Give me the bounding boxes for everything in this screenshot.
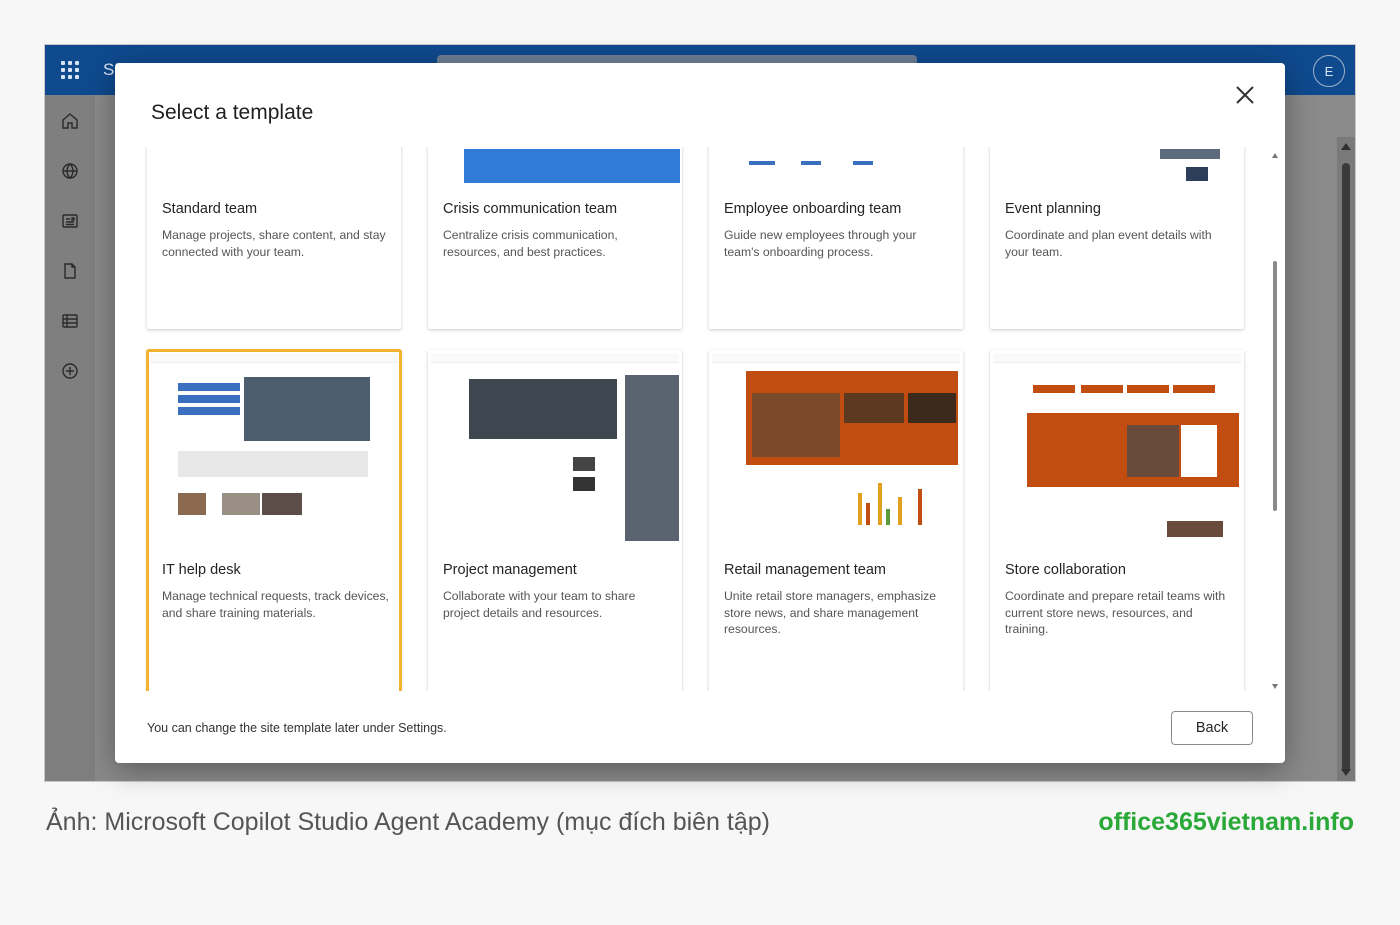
template-card-it-help-desk[interactable]: IT help desk Manage technical requests, … (146, 349, 402, 691)
preview-image (262, 493, 302, 515)
template-preview-element (1186, 167, 1208, 181)
template-preview-element (801, 161, 821, 165)
scroll-up-icon[interactable] (1272, 153, 1278, 158)
dialog-scrollbar[interactable] (1271, 151, 1281, 691)
avatar[interactable]: E (1313, 55, 1345, 87)
app-launcher-icon[interactable] (61, 61, 79, 79)
preview-card (1181, 425, 1217, 477)
preview-header (150, 353, 398, 363)
template-description: Collaborate with your team to share proj… (443, 589, 636, 620)
template-title: Employee onboarding team (724, 201, 902, 217)
preview-header (712, 353, 960, 363)
preview-hero-image (469, 379, 617, 439)
template-preview (712, 353, 960, 541)
template-description: Coordinate and prepare retail teams with… (1005, 589, 1226, 636)
preview-button (178, 407, 240, 415)
preview-chart-bar (878, 483, 882, 525)
preview-image (1167, 521, 1223, 537)
scrollbar-thumb[interactable] (1273, 261, 1277, 511)
template-description: Centralize crisis communication, resourc… (443, 228, 618, 259)
template-title: Standard team (162, 201, 258, 217)
preview-header (431, 353, 679, 363)
template-card-standard-team[interactable]: Standard team Manage projects, share con… (147, 147, 401, 329)
preview-header (993, 353, 1241, 363)
template-title: Store collaboration (1005, 562, 1126, 578)
template-card-retail-management[interactable]: Retail management team Unite retail stor… (709, 350, 963, 691)
site-watermark: office365vietnam.info (1098, 808, 1354, 836)
scroll-down-icon[interactable] (1341, 769, 1351, 776)
page-scrollbar[interactable] (1337, 137, 1355, 781)
template-preview-element (749, 161, 775, 165)
template-title: Event planning (1005, 201, 1101, 217)
template-preview-element (853, 161, 873, 165)
template-title: IT help desk (162, 562, 241, 578)
preview-chart-bar (898, 497, 902, 525)
preview-chart-bar (918, 489, 922, 525)
template-card-crisis-communication[interactable]: Crisis communication team Centralize cri… (428, 147, 682, 329)
template-preview-element (1160, 149, 1220, 159)
settings-hint: You can change the site template later u… (147, 721, 447, 735)
home-icon[interactable] (60, 111, 80, 131)
create-icon[interactable] (60, 361, 80, 381)
preview-image (844, 393, 904, 423)
preview-sidebar (625, 375, 679, 541)
preview-button (1033, 385, 1075, 393)
template-description: Manage technical requests, track devices… (162, 589, 389, 620)
preview-chart-bar (858, 493, 862, 525)
template-gallery: Standard team Manage projects, share con… (115, 147, 1285, 691)
preview-chart-bar (886, 509, 890, 525)
image-caption: Ảnh: Microsoft Copilot Studio Agent Acad… (46, 808, 770, 836)
template-card-project-management[interactable]: Project management Collaborate with your… (428, 350, 682, 691)
preview-image (1127, 425, 1179, 477)
template-preview (150, 353, 398, 541)
template-description: Manage projects, share content, and stay… (162, 228, 386, 259)
template-preview-banner (464, 149, 680, 183)
template-title: Crisis communication team (443, 201, 618, 217)
template-card-store-collaboration[interactable]: Store collaboration Coordinate and prepa… (990, 350, 1244, 691)
preview-chart-bar (866, 503, 870, 525)
back-button[interactable]: Back (1171, 711, 1253, 745)
preview-button (178, 383, 240, 391)
template-description: Coordinate and plan event details with y… (1005, 228, 1212, 259)
scroll-down-icon[interactable] (1272, 684, 1278, 689)
preview-hero-image (244, 377, 370, 441)
template-preview (431, 353, 679, 541)
template-title: Project management (443, 562, 577, 578)
preview-image (908, 393, 956, 423)
globe-icon[interactable] (60, 161, 80, 181)
preview-button (1173, 385, 1215, 393)
preview-button (1081, 385, 1123, 393)
list-icon[interactable] (60, 311, 80, 331)
template-card-event-planning[interactable]: Event planning Coordinate and plan event… (990, 147, 1244, 329)
preview-button (178, 395, 240, 403)
template-description: Guide new employees through your team's … (724, 228, 917, 259)
preview-button (1127, 385, 1169, 393)
news-icon[interactable] (60, 211, 80, 231)
scroll-up-icon[interactable] (1341, 143, 1351, 150)
dialog-title: Select a template (151, 101, 314, 124)
left-app-bar (45, 95, 95, 781)
template-dialog: Select a template Standard team Manage p… (115, 63, 1285, 763)
preview-image (752, 393, 840, 457)
preview-image (573, 477, 595, 491)
preview-image (222, 493, 260, 515)
preview-image (178, 493, 206, 515)
file-icon[interactable] (60, 261, 80, 281)
template-description: Unite retail store managers, emphasize s… (724, 589, 937, 636)
preview-image (573, 457, 595, 471)
preview-banner (178, 451, 368, 477)
template-card-employee-onboarding[interactable]: Employee onboarding team Guide new emplo… (709, 147, 963, 329)
template-preview (993, 353, 1241, 541)
close-icon[interactable] (1231, 81, 1259, 109)
template-title: Retail management team (724, 562, 886, 578)
scrollbar-thumb[interactable] (1342, 163, 1350, 773)
